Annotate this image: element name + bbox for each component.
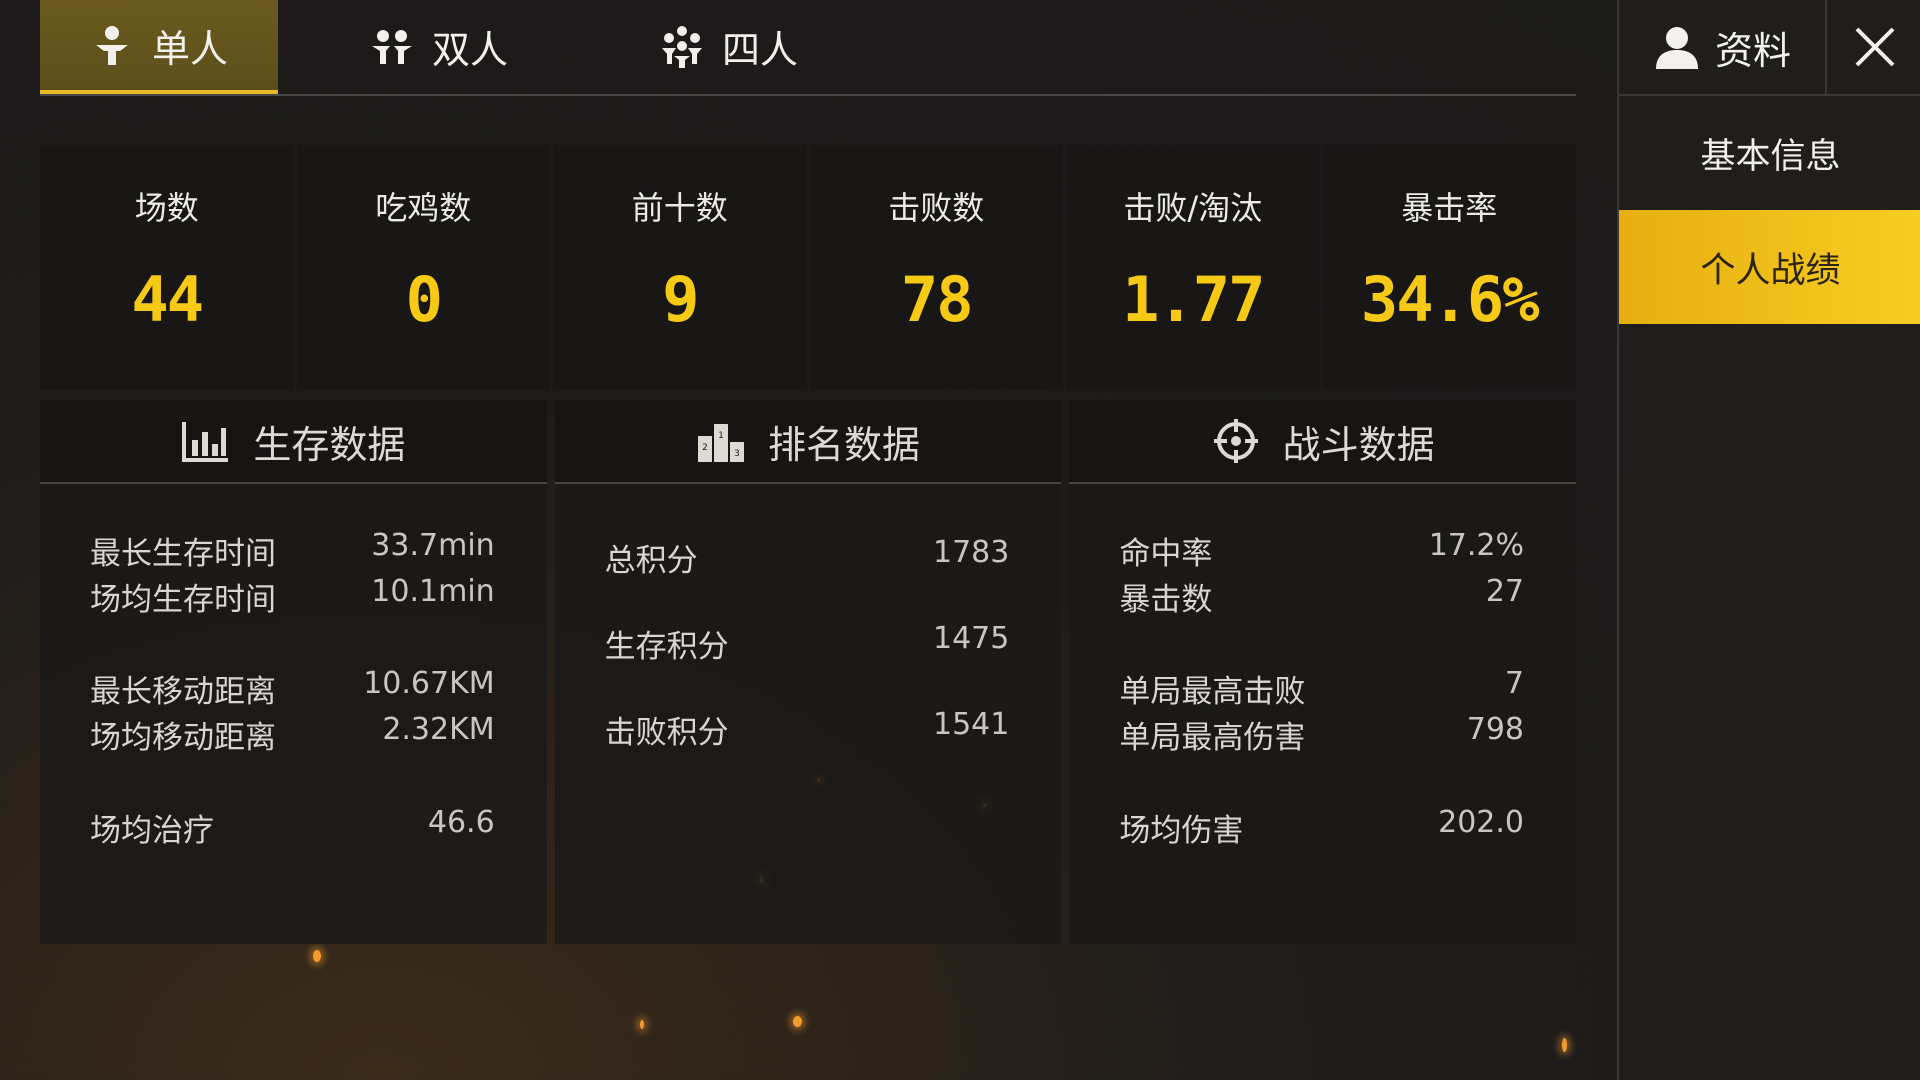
sidebar-item-label: 个人战绩 [1700,250,1841,291]
data-row: 场均治疗 46.6 [90,805,495,850]
panel-title: 生存数据 [253,422,406,467]
stat-kills: 击败数 78 [809,145,1063,389]
data-row: 命中率 17.2% [1119,528,1524,573]
stat-wins: 吃鸡数 0 [296,145,550,389]
detail-panels: 生存数据 最长生存时间 33.7min 场均生存时间 10.1min 最长移动距离 1… [40,400,1577,944]
stat-value: 9 [662,263,699,336]
row-key: 击败积分 [604,715,729,751]
ember-particle [313,950,321,962]
row-key: 场均伤害 [1119,813,1244,849]
crosshair-icon [1213,419,1258,463]
mode-tab-bar: 单人 双人 四人 [40,0,1576,96]
stat-label: 击败/淘汰 [1123,189,1263,227]
sidebar-item-label: 基本信息 [1700,136,1841,177]
combat-panel: 战斗数据 命中率 17.2% 暴击数 27 单局最高击败 7 单局最高伤害 798 场均… [1069,400,1577,944]
row-value: 1475 [932,621,1010,656]
data-row: 场均伤害 202.0 [1119,805,1524,850]
data-row: 场均移动距离 2.32KM [90,712,495,757]
stat-value: 1.77 [1122,263,1265,336]
sidebar-item-personal-record[interactable]: 个人战绩 [1619,210,1920,324]
row-key: 场均生存时间 [90,582,276,618]
row-key: 生存积分 [604,629,729,665]
ember-particle [793,1016,802,1027]
row-key: 命中率 [1119,536,1213,572]
stat-headshot-rate: 暴击率 34.6% [1322,145,1576,389]
stat-label: 吃鸡数 [375,189,472,227]
stat-value: 0 [405,263,443,336]
tab-label: 单人 [151,26,228,71]
tab-single[interactable]: 单人 [40,0,278,94]
squad-icon [662,26,702,68]
stat-label: 前十数 [631,189,728,227]
data-row: 场均生存时间 10.1min [90,574,495,619]
row-key: 最长生存时间 [90,536,276,572]
data-row: 单局最高击败 7 [1119,666,1524,711]
sidebar-item-basic-info[interactable]: 基本信息 [1619,96,1920,210]
row-key: 最长移动距离 [90,674,276,710]
stat-label: 击败数 [888,189,985,227]
data-row: 最长生存时间 33.7min [90,528,495,573]
row-value: 10.67KM [363,666,495,701]
panel-header: 战斗数据 [1069,400,1577,484]
data-row: 单局最高伤害 798 [1119,712,1524,757]
row-value: 7 [1504,666,1525,701]
duo-icon [372,30,412,64]
panel-header: 生存数据 [40,400,547,484]
panel-title: 战斗数据 [1282,422,1435,467]
row-value: 33.7min [371,528,495,563]
row-key: 单局最高伤害 [1119,720,1306,756]
stat-value: 34.6% [1360,263,1540,336]
ember-particle [640,1020,644,1029]
row-key: 暴击数 [1119,582,1213,618]
stat-label: 场数 [134,189,199,227]
data-row: 最长移动距离 10.67KM [90,666,495,711]
data-row: 生存积分 1475 [605,621,1010,666]
row-value: 798 [1466,712,1525,747]
data-row: 击败积分 1541 [605,707,1010,752]
row-value: 10.1min [371,574,495,609]
stat-value: 44 [131,263,204,336]
svg-text:1: 1 [718,431,724,441]
tab-label: 四人 [722,27,799,72]
close-icon [1855,27,1894,67]
panel-title: 排名数据 [768,422,921,467]
ember-particle [1562,1038,1567,1052]
profile-label: 资料 [1714,28,1791,73]
podium-icon: 2 1 3 [698,424,744,462]
row-value: 1783 [932,535,1010,570]
row-value: 1541 [932,707,1010,742]
row-value: 2.32KM [382,712,495,747]
panel-header: 2 1 3 排名数据 [554,400,1062,484]
svg-text:2: 2 [702,443,708,453]
user-icon [1655,27,1698,69]
svg-text:3: 3 [734,449,740,459]
row-key: 单局最高击败 [1119,674,1306,710]
row-value: 46.6 [427,805,495,840]
ranking-panel: 2 1 3 排名数据 总积分 1783 生存积分 1475 击败积分 1541 [554,400,1062,944]
tab-label: 双人 [432,27,509,72]
summary-stats: 场数 44 吃鸡数 0 前十数 9 击败数 78 击败/淘汰 1.77 暴击率 … [40,145,1576,389]
stat-label: 暴击率 [1401,189,1498,227]
row-value: 27 [1485,574,1525,609]
survival-panel: 生存数据 最长生存时间 33.7min 场均生存时间 10.1min 最长移动距离 1… [40,400,547,944]
row-key: 场均移动距离 [90,720,276,756]
right-sidebar: 资料 基本信息 个人战绩 [1617,0,1920,1080]
row-key: 场均治疗 [90,813,214,849]
stat-matches: 场数 44 [40,145,294,389]
close-button[interactable] [1827,0,1920,94]
tab-squad[interactable]: 四人 [660,0,798,92]
row-key: 总积分 [604,543,698,579]
tab-duo[interactable]: 双人 [370,0,508,92]
stat-top10: 前十数 9 [553,145,807,389]
row-value: 17.2% [1428,528,1525,563]
stat-kd: 击败/淘汰 1.77 [1066,145,1320,389]
data-row: 总积分 1783 [605,535,1010,580]
bar-chart-icon [182,422,229,462]
single-person-icon [95,26,128,65]
profile-button[interactable]: 资料 [1619,0,1827,94]
sidebar-top-bar: 资料 [1619,0,1920,96]
row-value: 202.0 [1438,805,1525,840]
data-row: 暴击数 27 [1119,574,1524,619]
stat-value: 78 [900,263,974,336]
